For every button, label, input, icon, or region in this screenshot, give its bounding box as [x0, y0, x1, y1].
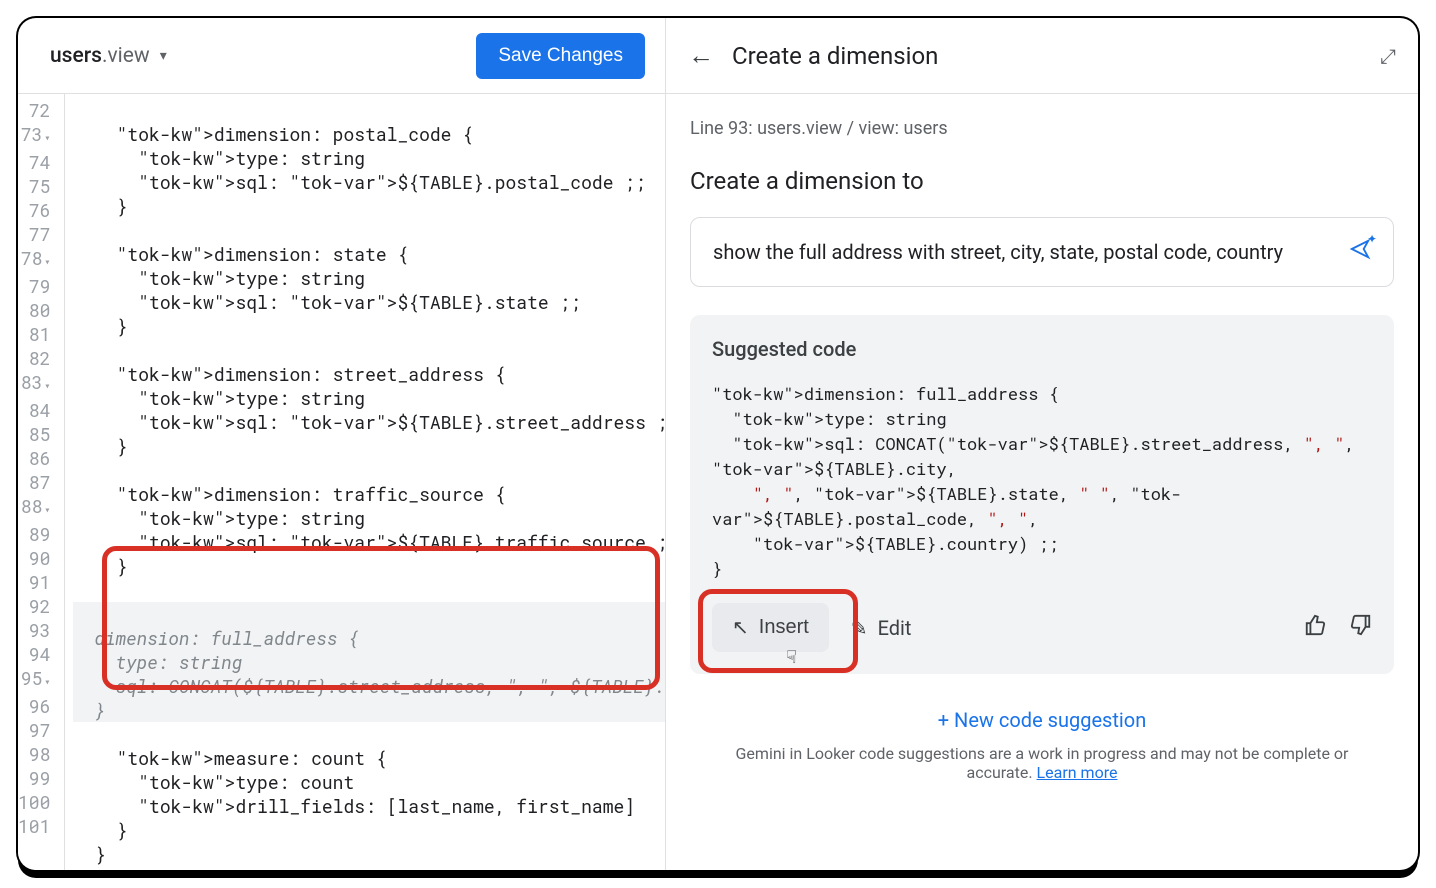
feedback-thumbs	[1304, 614, 1372, 642]
send-icon[interactable]: ✦	[1349, 238, 1371, 266]
app-frame: users.view ▾ Save Changes 72737475767778…	[18, 18, 1418, 870]
prompt-text[interactable]: show the full address with street, city,…	[713, 240, 1335, 264]
insert-button[interactable]: ↖ Insert	[712, 603, 829, 652]
assistant-pane: ← Create a dimension ⤢ Line 93: users.vi…	[666, 18, 1418, 870]
suggested-code-title: Suggested code	[712, 337, 1372, 361]
file-name-bold: users	[50, 44, 102, 68]
suggested-code-block[interactable]: "tok-kw">dimension: full_address { "tok-…	[712, 381, 1372, 581]
suggested-code-actions: ↖ Insert ✎ Edit	[712, 603, 1372, 652]
assistant-title: Create a dimension	[732, 42, 938, 70]
editor-pane: users.view ▾ Save Changes 72737475767778…	[18, 18, 666, 870]
disclaimer-text: Gemini in Looker code suggestions are a …	[690, 744, 1394, 782]
assistant-body: Line 93: users.view / view: users Create…	[666, 94, 1418, 870]
edit-button[interactable]: ✎ Edit	[851, 616, 912, 640]
section-title: Create a dimension to	[690, 167, 1394, 195]
file-name-ext: .view	[102, 44, 150, 68]
prompt-input-box[interactable]: show the full address with street, city,…	[690, 217, 1394, 287]
sparkle-icon: ✦	[1367, 232, 1377, 246]
learn-more-link[interactable]: Learn more	[1037, 763, 1118, 782]
chevron-down-icon[interactable]: ▾	[160, 48, 167, 64]
insert-label: Insert	[759, 616, 809, 639]
pencil-icon: ✎	[851, 616, 868, 640]
save-button[interactable]: Save Changes	[476, 33, 645, 79]
thumbs-down-icon[interactable]	[1350, 614, 1372, 642]
collapse-icon[interactable]: ⤢	[1380, 44, 1396, 68]
code-editor[interactable]: 7273747576777879808182838485868788899091…	[18, 94, 665, 870]
thumbs-up-icon[interactable]	[1304, 614, 1326, 642]
insert-arrow-icon: ↖	[732, 615, 749, 640]
file-title[interactable]: users.view ▾	[50, 44, 167, 68]
assistant-header: ← Create a dimension ⤢	[666, 18, 1418, 94]
edit-label: Edit	[878, 616, 912, 640]
new-code-suggestion-link[interactable]: + New code suggestion	[690, 708, 1394, 732]
cursor-pointer-icon: ☟	[786, 647, 797, 668]
editor-header: users.view ▾ Save Changes	[18, 18, 665, 94]
suggested-code-card: Suggested code "tok-kw">dimension: full_…	[690, 315, 1394, 674]
context-line: Line 93: users.view / view: users	[690, 118, 1394, 139]
back-arrow-icon[interactable]: ←	[688, 40, 714, 71]
